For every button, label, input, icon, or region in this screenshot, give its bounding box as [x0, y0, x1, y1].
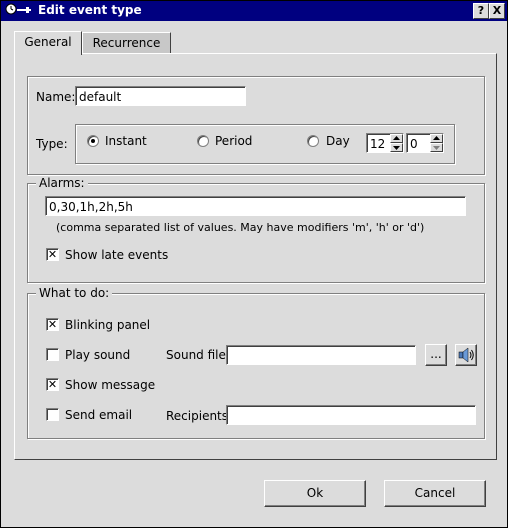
- close-button[interactable]: X: [489, 3, 505, 19]
- recipients-input[interactable]: [226, 405, 476, 425]
- arrow-up-icon: [393, 136, 400, 140]
- help-button[interactable]: ?: [473, 3, 489, 19]
- alarms-hint: (comma separated list of values. May hav…: [56, 221, 425, 234]
- send-email-checkbox[interactable]: [46, 408, 59, 421]
- name-label: Name:: [36, 90, 76, 104]
- show-message-checkbox[interactable]: ✕: [46, 378, 59, 391]
- blinking-panel-checkbox[interactable]: ✕: [46, 318, 59, 331]
- arrow-down-icon: [433, 146, 440, 150]
- name-input[interactable]: default: [75, 86, 246, 106]
- recipients-label: Recipients:: [166, 409, 233, 423]
- type-instant-radio[interactable]: [87, 135, 99, 147]
- type-label: Type:: [36, 137, 68, 151]
- sound-file-input[interactable]: [226, 345, 416, 365]
- alarms-input[interactable]: 0,30,1h,2h,5h: [45, 196, 466, 216]
- ok-button[interactable]: Ok: [264, 480, 366, 507]
- browse-sound-button[interactable]: ...: [425, 344, 447, 366]
- arrow-down-icon: [393, 146, 400, 150]
- cancel-button[interactable]: Cancel: [384, 480, 486, 507]
- play-sound-label[interactable]: Play sound: [65, 348, 130, 362]
- minute-value: 0: [410, 137, 418, 151]
- minute-down-button[interactable]: [430, 143, 443, 152]
- tab-general[interactable]: General: [14, 31, 82, 55]
- show-message-label[interactable]: Show message: [65, 378, 155, 392]
- arrow-up-icon: [433, 136, 440, 140]
- send-email-label[interactable]: Send email: [65, 408, 132, 422]
- type-day-label[interactable]: Day: [326, 134, 350, 148]
- type-instant-label[interactable]: Instant: [105, 134, 147, 148]
- show-late-checkbox[interactable]: ✕: [46, 248, 59, 261]
- play-sound-checkbox[interactable]: [46, 348, 59, 361]
- type-day-radio[interactable]: [307, 135, 319, 147]
- type-period-label[interactable]: Period: [215, 134, 252, 148]
- tab-recurrence-label: Recurrence: [92, 36, 161, 50]
- blinking-panel-label[interactable]: Blinking panel: [65, 318, 150, 332]
- type-period-radio[interactable]: [197, 135, 209, 147]
- actions-legend: What to do:: [36, 286, 113, 300]
- window-title: Edit event type: [38, 3, 142, 17]
- play-sound-button[interactable]: [455, 344, 477, 366]
- show-late-label[interactable]: Show late events: [65, 248, 168, 262]
- window-menu-icon[interactable]: [4, 2, 34, 18]
- hour-value: 12: [370, 137, 386, 151]
- tab-recurrence[interactable]: Recurrence: [82, 32, 171, 54]
- hour-down-button[interactable]: [390, 143, 403, 152]
- tab-general-label: General: [24, 35, 72, 49]
- hour-up-button[interactable]: [390, 134, 403, 143]
- alarms-legend: Alarms:: [36, 176, 88, 190]
- sound-file-label: Sound file:: [166, 348, 230, 362]
- minute-up-button[interactable]: [430, 134, 443, 143]
- speaker-icon: [458, 347, 474, 363]
